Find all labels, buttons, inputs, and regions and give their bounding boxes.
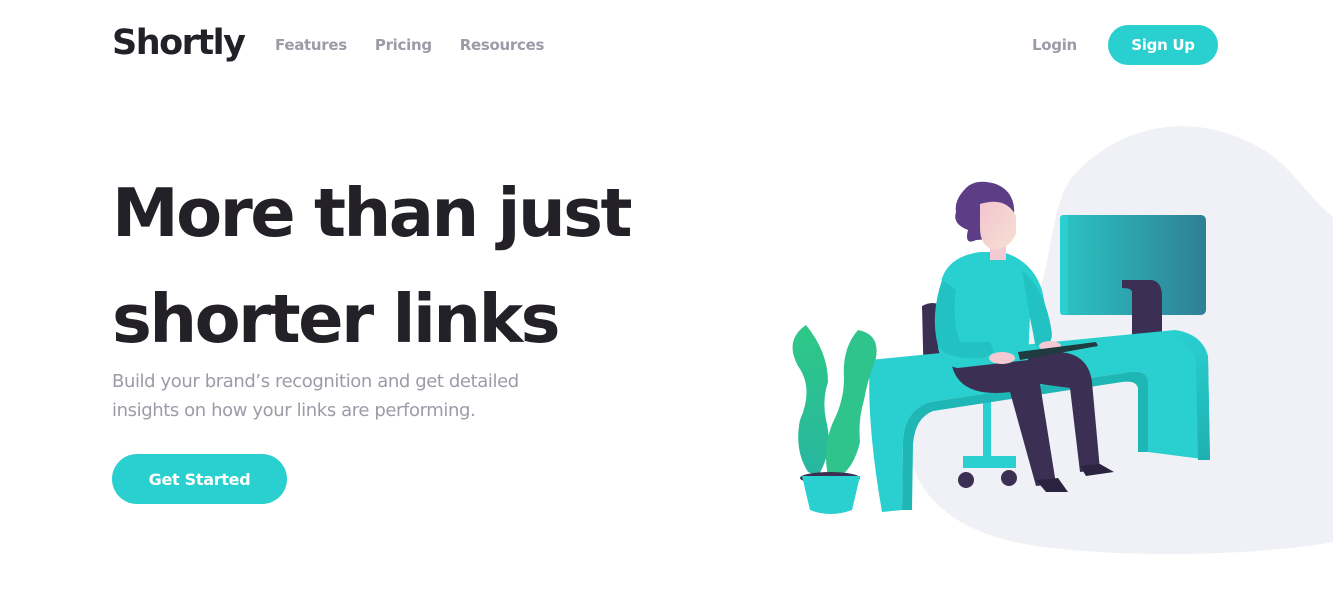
nav-link-pricing[interactable]: Pricing: [375, 34, 432, 56]
person-working-illustration: [792, 126, 1333, 555]
chair-base: [963, 456, 1016, 468]
plant-leaf-left: [792, 325, 829, 476]
monitor-screen-edge: [1060, 215, 1068, 315]
plant-leaf-right: [826, 330, 877, 478]
person-face: [980, 201, 1016, 250]
nav-link-features[interactable]: Features: [275, 34, 347, 56]
hero-title-line1: More than just: [112, 174, 633, 252]
hero-subtitle-line1: Build your brand’s recognition and get d…: [112, 371, 519, 392]
plant-pot: [802, 476, 860, 514]
chair-wheel-left: [958, 472, 974, 488]
hero-title: More than just shorter links: [112, 160, 712, 372]
signup-button[interactable]: Sign Up: [1108, 25, 1218, 65]
hero-title-line2: shorter links: [112, 280, 561, 358]
landing-page: Shortly Features Pricing Resources Login…: [0, 0, 1333, 610]
get-started-button[interactable]: Get Started: [112, 454, 287, 504]
nav-link-resources[interactable]: Resources: [460, 34, 545, 56]
brand-logo[interactable]: Shortly: [112, 20, 246, 66]
person-hand-left: [989, 352, 1015, 364]
chair-wheel-right: [1001, 470, 1017, 486]
login-link[interactable]: Login: [1032, 34, 1077, 56]
hero-subtitle-line2: insights on how your links are performin…: [112, 400, 476, 421]
primary-nav: Features Pricing Resources: [275, 34, 544, 56]
hero-subtitle: Build your brand’s recognition and get d…: [112, 367, 592, 425]
